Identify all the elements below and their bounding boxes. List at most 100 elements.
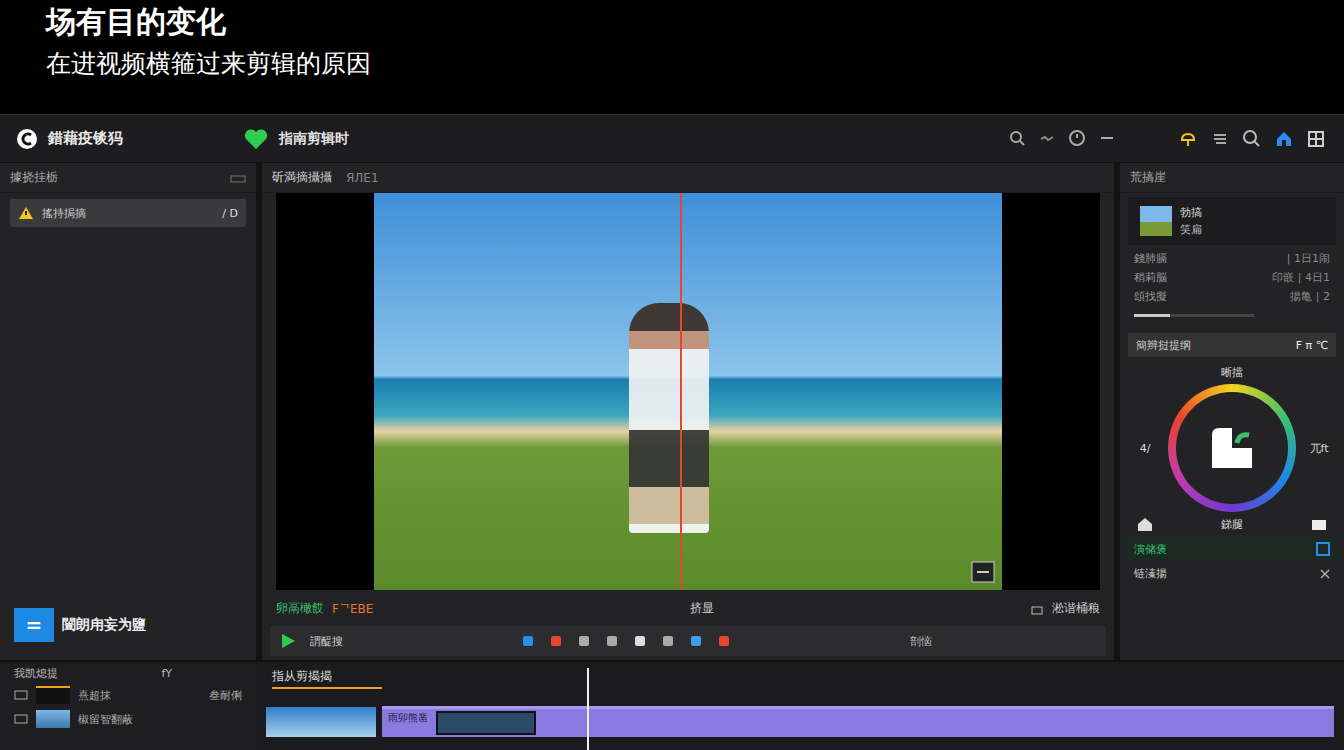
home-icon[interactable] — [1274, 129, 1296, 149]
clip-thumb — [436, 711, 536, 735]
track-value: 叁耐俐 — [209, 688, 242, 703]
search-icon[interactable] — [1242, 129, 1264, 149]
panel-title: 據挠挂栃 — [10, 169, 58, 186]
inspector-title: 荒搞崖 — [1130, 169, 1166, 186]
timecode: FᄀEBE — [332, 601, 373, 616]
app-name: 錯藉疫锬犸 — [48, 129, 123, 148]
tool-icon[interactable] — [661, 634, 675, 648]
slider-fill — [1134, 314, 1170, 317]
heart-icon — [243, 127, 269, 151]
grid-icon[interactable] — [1306, 129, 1328, 149]
warning-icon — [18, 206, 34, 220]
preview-center-label: 挤显 — [690, 600, 714, 617]
track-header: 椒留智翻蔽 — [14, 709, 242, 729]
folder-icon[interactable] — [1310, 516, 1328, 532]
header-title: 场有目的变化 — [46, 4, 226, 39]
tool-icon[interactable] — [689, 634, 703, 648]
tool-icon[interactable] — [717, 634, 731, 648]
wheel-label: 兀ft — [1310, 441, 1329, 456]
slider-track[interactable] — [1134, 314, 1254, 317]
timeline-clip[interactable]: 雨卯熊凿 — [382, 706, 1334, 737]
cloud-icon[interactable] — [1178, 129, 1200, 149]
logo-icon — [16, 128, 38, 150]
import-button[interactable]: = — [14, 608, 54, 642]
property-label: 稍莉脳 — [1134, 270, 1167, 285]
timeline-playhead[interactable] — [587, 668, 589, 750]
preview-label: 卵鬲橄餀 — [276, 600, 324, 617]
inspector-panel: 荒搞崖勃搞笑扁錢肺膈 | 1日1闹稍莉脳 印嵌 | 4日1 頌找擬 揚亀 | 2 簡辫挝提… — [1120, 163, 1344, 660]
import-label: 闓朗甪妄为鹽 — [62, 616, 146, 634]
property-row: 頌找擬 揚亀 | 2 — [1120, 287, 1344, 306]
timeline-tag: fY — [161, 667, 172, 680]
clip-label: 雨卯熊凿 — [388, 711, 428, 725]
header-subtitle: 在进视频横箍过来剪辑的原因 — [46, 49, 371, 78]
ruler-label: 指从剪揭揭 — [272, 669, 332, 683]
wheel-label: 4/ — [1140, 442, 1151, 455]
control-bar: 謂醍搜 剖恼 — [270, 626, 1106, 656]
footer2-label: 链溱揚 — [1134, 566, 1167, 581]
play-label: 謂醍搜 — [310, 634, 343, 649]
wheel-label: 晰擋 — [1221, 365, 1243, 380]
color-wheel[interactable] — [1168, 384, 1296, 512]
person-figure — [629, 303, 709, 533]
section-value: F π ℃ — [1296, 339, 1328, 352]
property-value: | 1日1闹 — [1287, 251, 1330, 266]
project-name: 指南剪辑时 — [279, 130, 349, 148]
clip-name: 勃搞 — [1180, 205, 1202, 220]
section-title: 簡辫挝提纲 — [1136, 338, 1191, 353]
track-header: 熹超抹 叁耐俐 — [14, 685, 242, 705]
home-icon[interactable] — [1136, 516, 1154, 532]
caption-icon[interactable] — [970, 560, 996, 584]
track-icon[interactable] — [14, 689, 28, 701]
dash-icon[interactable] — [1098, 129, 1118, 149]
track-icon[interactable] — [14, 713, 28, 725]
preview-panel: 斫満摘攝攝 ЯЛЕ1 卵鬲橄餀 FᄀEBE 挤显 淞谐桶稂謂醍搜 剖恼 — [262, 163, 1114, 660]
timeline: 我凯熄提 fY 熹超抹 叁耐俐椒留智翻蔽 指从剪揭揭雨卯熊凿 — [0, 660, 1344, 750]
top-toolbar: 錯藉疫锬犸 指南剪辑时 — [0, 115, 1344, 163]
media-item[interactable]: 搖持挶摘 / D — [10, 199, 246, 227]
property-row: 稍莉脳 印嵌 | 4日1 — [1120, 268, 1344, 287]
lock-icon[interactable] — [1030, 601, 1044, 615]
wave-icon[interactable] — [1038, 129, 1058, 149]
tool-icon[interactable] — [549, 634, 563, 648]
media-item-meta: / D — [222, 207, 238, 220]
clock-icon[interactable] — [1068, 129, 1088, 149]
track-label: 熹超抹 — [78, 688, 111, 703]
search-icon[interactable] — [1008, 129, 1028, 149]
track-thumb — [36, 710, 70, 728]
property-row: 錢肺膈 | 1日1闹 — [1120, 249, 1344, 268]
footer-label: 演储褒 — [1134, 542, 1167, 557]
tool-icon[interactable] — [605, 634, 619, 648]
preview-info: ЯЛЕ1 — [346, 171, 379, 185]
preview-title: 斫満摘攝攝 — [272, 169, 332, 186]
wheel-label: 銻腿 — [1221, 517, 1243, 532]
track-label: 椒留智翻蔽 — [78, 712, 133, 727]
track-thumb — [36, 686, 70, 704]
collapse-icon[interactable] — [230, 173, 246, 183]
tool-icon[interactable] — [577, 634, 591, 648]
import-icon: = — [26, 613, 43, 637]
clip-thumb — [266, 707, 376, 737]
property-label: 錢肺膈 — [1134, 251, 1167, 266]
tool-icon[interactable] — [633, 634, 647, 648]
clip-sub: 笑扁 — [1180, 222, 1202, 237]
toggle-icon[interactable] — [1316, 542, 1330, 556]
close-icon[interactable] — [1320, 569, 1330, 579]
tool-icon[interactable] — [521, 634, 535, 648]
video-frame — [374, 193, 1002, 590]
preview-playhead[interactable] — [680, 193, 682, 590]
control-right-label: 剖恼 — [910, 634, 932, 649]
preview-right-label: 淞谐桶稂 — [1052, 600, 1100, 617]
media-panel: 據挠挂栃搖持挶摘 / D = 闓朗甪妄为鹽 — [0, 163, 256, 660]
preview-viewer — [276, 193, 1100, 590]
timeline-title: 我凯熄提 — [14, 666, 58, 681]
wheel-center-icon — [1207, 423, 1257, 473]
layers-icon[interactable] — [1210, 129, 1232, 149]
media-item-label: 搖持挶摘 — [42, 206, 86, 221]
property-value: 揚亀 | 2 — [1290, 289, 1330, 304]
property-value: 印嵌 | 4日1 — [1272, 270, 1330, 285]
property-label: 頌找擬 — [1134, 289, 1167, 304]
clip-thumbnail — [1140, 206, 1172, 236]
page-header: 场有目的变化在进视频横箍过来剪辑的原因 — [0, 0, 1344, 115]
play-icon[interactable] — [280, 633, 296, 649]
